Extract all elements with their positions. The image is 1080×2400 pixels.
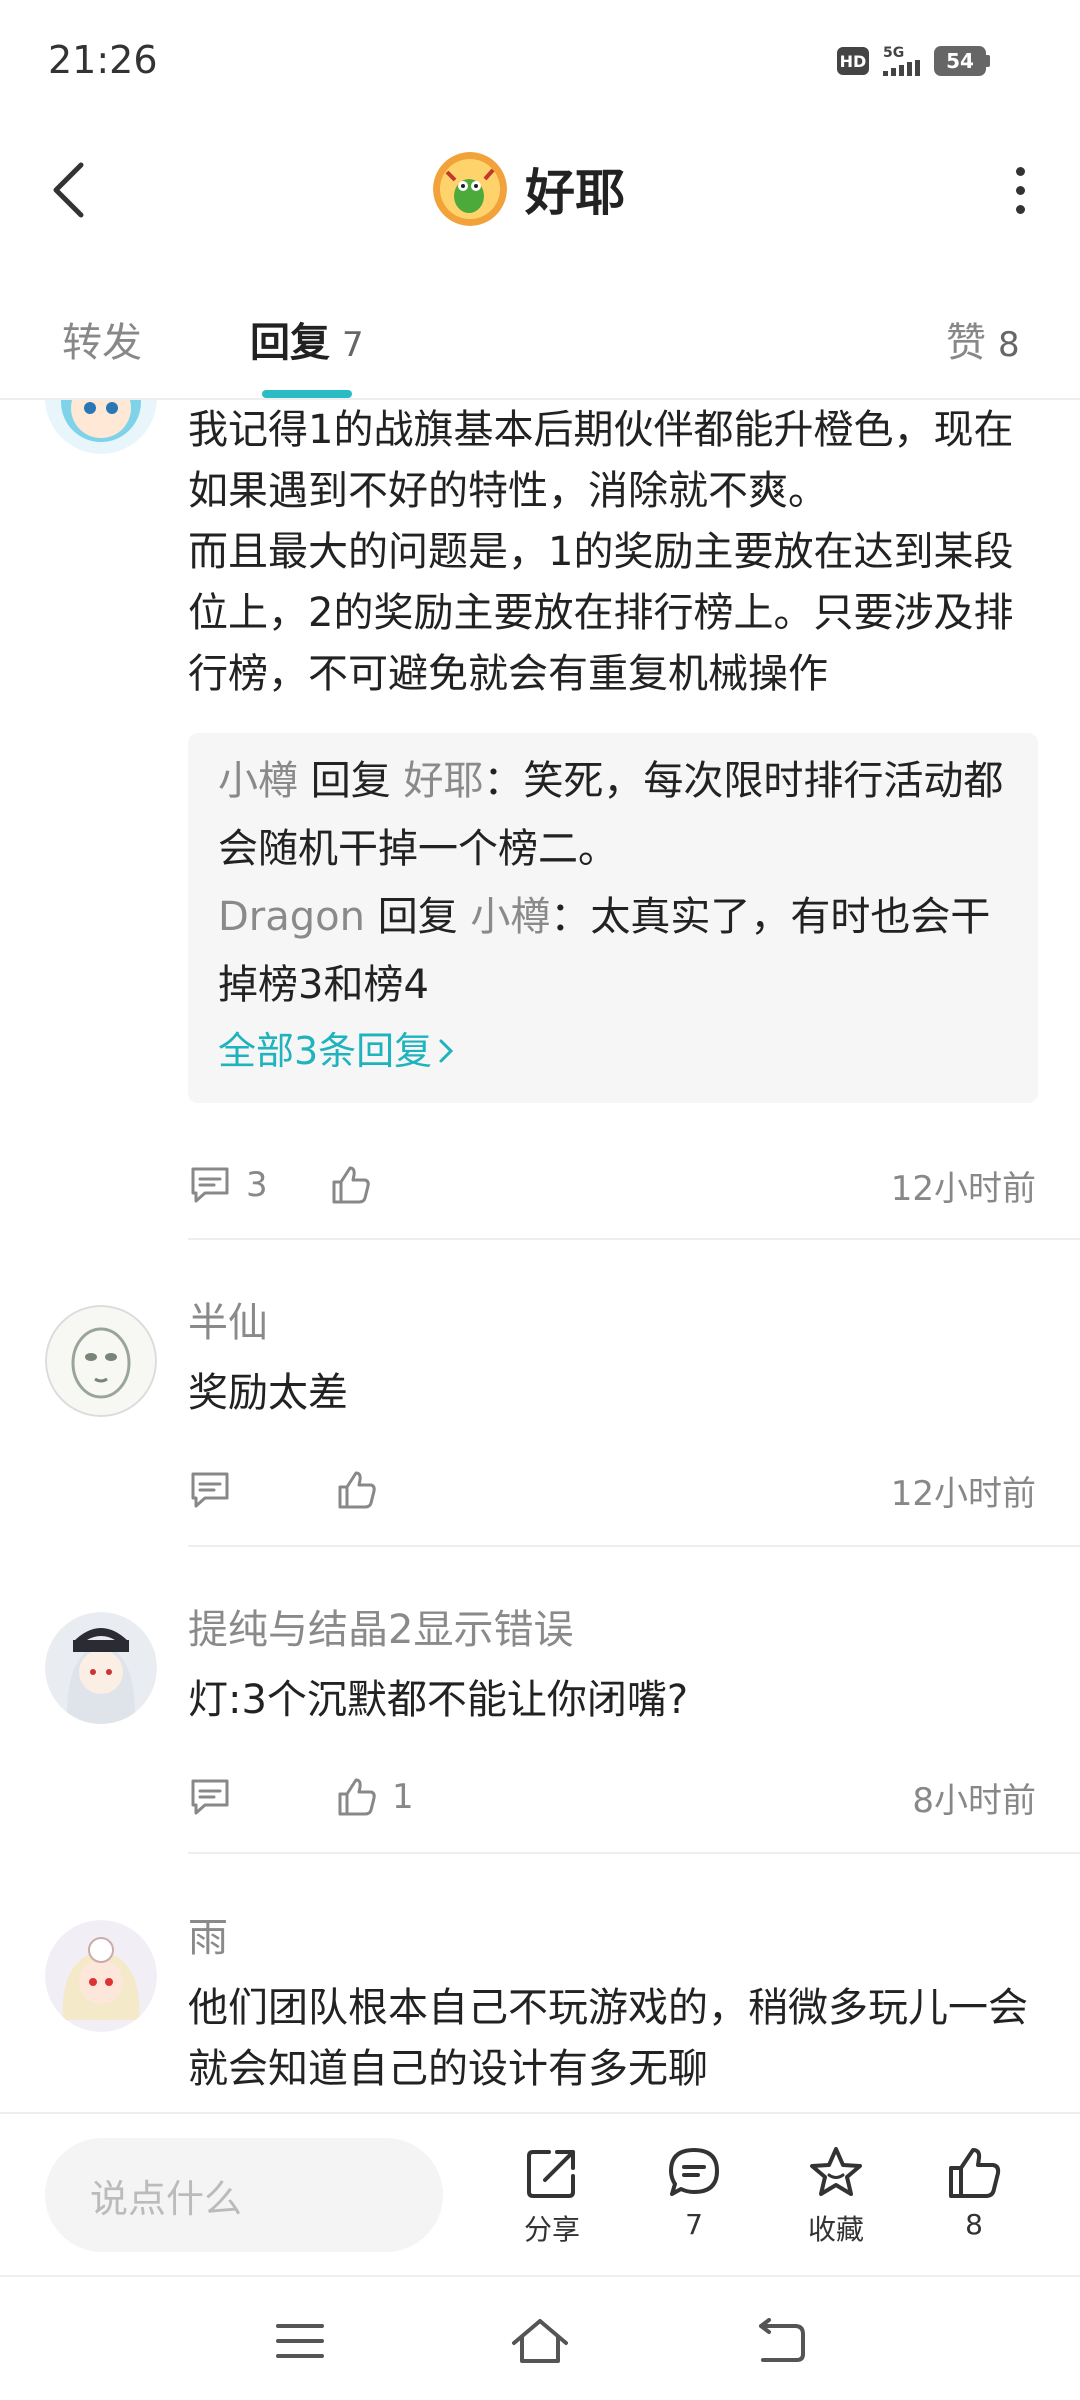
tab-like-label: 赞 xyxy=(946,320,986,366)
back-button[interactable] xyxy=(38,155,98,225)
comment-text[interactable]: 他们团队根本自己不玩游戏的，稍微多玩儿一会就会知道自己的设计有多无聊 xyxy=(188,1978,1038,2100)
battery-level: 54 xyxy=(934,46,986,76)
comment-count: 7 xyxy=(685,2208,703,2241)
star-icon xyxy=(810,2147,862,2196)
tab-like[interactable]: 赞 8 xyxy=(946,310,1020,368)
comment-actions: 12小时前 xyxy=(188,1460,1036,1520)
tab-bar: 转发 回复 7 赞 8 xyxy=(0,260,1080,400)
reply-author[interactable]: 小樽 xyxy=(218,758,298,804)
comment-content: 雨 他们团队根本自己不玩游戏的，稍微多玩儿一会就会知道自己的设计有多无聊 xyxy=(188,1910,1038,2100)
home-icon xyxy=(512,2319,568,2363)
avatar[interactable] xyxy=(45,1305,157,1417)
nested-replies[interactable]: 小樽 回复 好耶：笑死，每次限时排行活动都会随机干掉一个榜二。 Dragon 回… xyxy=(188,733,1038,1103)
share-button[interactable]: 分享 xyxy=(492,2144,612,2248)
comment-author[interactable]: 雨 xyxy=(188,1910,1038,1966)
like-button[interactable]: 1 xyxy=(334,1775,414,1819)
thumbs-up-icon xyxy=(949,2148,1001,2198)
comment-text[interactable]: 我记得1的战旗基本后期伙伴都能升橙色，现在如果遇到不好的特性，消除就不爽。 而且… xyxy=(188,400,1038,705)
thumbs-up-icon xyxy=(338,1471,376,1509)
comment-icon xyxy=(191,1167,229,1203)
view-all-replies-label: 全部3条回复 xyxy=(218,1029,433,1073)
nested-reply[interactable]: Dragon 回复 小樽：太真实了，有时也会干掉榜3和榜4 xyxy=(218,883,1008,1019)
like-button[interactable] xyxy=(334,1468,392,1512)
comment-button[interactable]: 7 xyxy=(634,2144,754,2241)
comment-time: 12小时前 xyxy=(890,1168,1036,1209)
author-avatar[interactable] xyxy=(433,152,507,226)
menu-button[interactable] xyxy=(270,2311,330,2371)
tab-repost[interactable]: 转发 xyxy=(62,310,142,368)
favorite-button[interactable]: 收藏 xyxy=(776,2144,896,2248)
comment-icon xyxy=(191,1779,229,1815)
share-icon xyxy=(527,2150,575,2198)
system-navigation-bar xyxy=(0,2275,1080,2400)
comment-text[interactable]: 灯:3个沉默都不能让你闭嘴? xyxy=(188,1670,1038,1731)
reply-list[interactable]: 我记得1的战旗基本后期伙伴都能升橙色，现在如果遇到不好的特性，消除就不爽。 而且… xyxy=(0,400,1080,2112)
chat-bubble-icon xyxy=(669,2148,719,2196)
comment-content: 提纯与结晶2显示错误 灯:3个沉默都不能让你闭嘴? xyxy=(188,1602,1038,1731)
favorite-label: 收藏 xyxy=(807,2213,864,2246)
nested-reply[interactable]: 小樽 回复 好耶：笑死，每次限时排行活动都会随机干掉一个榜二。 xyxy=(218,747,1008,883)
avatar[interactable] xyxy=(45,400,157,454)
home-button[interactable] xyxy=(510,2311,570,2371)
reply-count: 3 xyxy=(246,1165,268,1205)
author-block[interactable]: 好耶 xyxy=(433,152,625,226)
return-icon xyxy=(759,2318,805,2362)
comment-text[interactable]: 奖励太差 xyxy=(188,1363,1038,1424)
menu-icon xyxy=(276,2324,324,2358)
tab-reply-count: 7 xyxy=(342,325,364,365)
status-icons: HD 5G 54 xyxy=(837,46,990,76)
comment-actions: 1 8小时前 xyxy=(188,1767,1036,1827)
reply-button[interactable] xyxy=(188,1776,246,1818)
reply-verb: 回复 xyxy=(310,758,391,804)
share-label: 分享 xyxy=(523,2213,580,2246)
like-post-button[interactable]: 8 xyxy=(914,2144,1034,2241)
like-count: 1 xyxy=(392,1777,414,1817)
reply-target[interactable]: 小樽 xyxy=(470,894,550,940)
active-tab-indicator xyxy=(262,390,352,398)
comment-author[interactable]: 半仙 xyxy=(188,1295,1038,1351)
comment-author[interactable]: 提纯与结晶2显示错误 xyxy=(188,1602,1038,1658)
divider xyxy=(188,1545,1080,1547)
thumbs-up-icon xyxy=(332,1166,370,1204)
comment-time: 8小时前 xyxy=(912,1780,1036,1821)
post-header: 好耶 xyxy=(0,125,1080,260)
tab-repost-label: 转发 xyxy=(62,320,142,366)
divider xyxy=(188,1238,1080,1240)
view-all-replies-link[interactable]: 全部3条回复 xyxy=(218,1019,1008,1083)
comment-actions: 3 12小时前 xyxy=(188,1155,1036,1215)
like-button[interactable] xyxy=(328,1163,386,1207)
reply-verb: 回复 xyxy=(377,894,458,940)
reply-target[interactable]: 好耶 xyxy=(403,758,483,804)
bottom-action-bar: 说点什么 分享 7 收藏 8 xyxy=(0,2112,1080,2275)
comment-content: 我记得1的战旗基本后期伙伴都能升橙色，现在如果遇到不好的特性，消除就不爽。 而且… xyxy=(188,400,1038,1103)
avatar[interactable] xyxy=(45,1920,157,2032)
reply-button[interactable] xyxy=(188,1469,246,1511)
comment-content: 半仙 奖励太差 xyxy=(188,1295,1038,1424)
reply-button[interactable]: 3 xyxy=(188,1164,268,1206)
network-type: 5G xyxy=(883,45,905,61)
back-nav-button[interactable] xyxy=(750,2311,810,2371)
author-name[interactable]: 好耶 xyxy=(525,153,625,225)
more-options-icon[interactable] xyxy=(1000,160,1040,220)
tab-reply-label: 回复 xyxy=(250,320,330,366)
chevron-right-icon xyxy=(439,1039,454,1063)
comment-icon xyxy=(191,1472,229,1508)
like-post-count: 8 xyxy=(965,2208,983,2241)
status-bar: 21:26 HD 5G 54 xyxy=(0,0,1080,125)
status-time: 21:26 xyxy=(48,38,158,82)
divider xyxy=(188,1852,1080,1854)
signal-icon: 5G xyxy=(883,46,920,76)
thumbs-up-icon xyxy=(338,1778,376,1816)
comment-time: 12小时前 xyxy=(890,1473,1036,1514)
hd-icon: HD xyxy=(837,47,869,75)
reply-author[interactable]: Dragon xyxy=(218,894,365,940)
avatar[interactable] xyxy=(45,1612,157,1724)
comment-input[interactable]: 说点什么 xyxy=(45,2138,443,2252)
chevron-left-icon xyxy=(53,162,84,218)
battery-icon: 54 xyxy=(934,46,990,76)
tab-reply[interactable]: 回复 7 xyxy=(250,310,364,368)
tab-like-count: 8 xyxy=(998,325,1020,365)
